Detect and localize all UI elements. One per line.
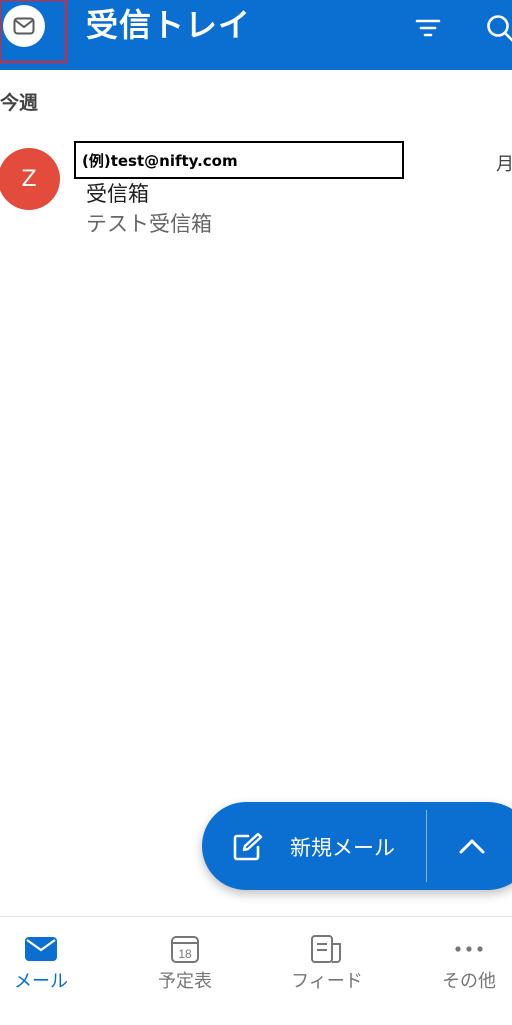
calendar-icon: 18 [171, 936, 199, 963]
nav-calendar-label: 予定表 [158, 971, 212, 992]
feed-icon [311, 935, 341, 963]
new-mail-button[interactable]: 新規メール [202, 802, 426, 890]
sender-email: (例)test@nifty.com [82, 152, 238, 170]
nav-feed-label: フィード [291, 971, 363, 992]
filter-button[interactable] [408, 8, 448, 48]
nav-mail[interactable]: メール [0, 917, 96, 1025]
sender-name: (例)test@nifty.com [74, 141, 404, 179]
message-date: 月 [496, 154, 512, 175]
nav-feed[interactable]: フィード [272, 917, 382, 1025]
bottom-navigation: メール 18 予定表 フィード その他 [0, 916, 512, 1025]
message-subject: 受信箱 [86, 182, 149, 206]
section-header-this-week: 今週 [0, 92, 39, 114]
message-preview: テスト受信箱 [86, 212, 212, 236]
expand-button[interactable] [434, 802, 510, 890]
account-button[interactable] [0, 0, 67, 63]
calendar-badge: 18 [178, 947, 192, 961]
chevron-up-icon [459, 839, 485, 854]
page-title: 受信トレイ [86, 6, 252, 44]
mail-icon [25, 937, 57, 961]
nav-mail-label: メール [14, 971, 68, 992]
nav-more-label: その他 [442, 971, 496, 992]
nav-calendar[interactable]: 18 予定表 [130, 917, 240, 1025]
search-button[interactable] [480, 8, 512, 48]
search-icon [487, 15, 512, 42]
filter-icon [415, 19, 441, 37]
app-header: 受信トレイ [0, 0, 512, 70]
mail-icon [3, 5, 45, 47]
compose-icon [233, 832, 263, 861]
nav-more[interactable]: その他 [414, 917, 512, 1025]
new-mail-label: 新規メール [290, 836, 395, 860]
more-icon [455, 946, 483, 952]
compose-fab: 新規メール [202, 802, 512, 890]
avatar: Z [0, 148, 60, 210]
fab-divider [426, 810, 427, 882]
